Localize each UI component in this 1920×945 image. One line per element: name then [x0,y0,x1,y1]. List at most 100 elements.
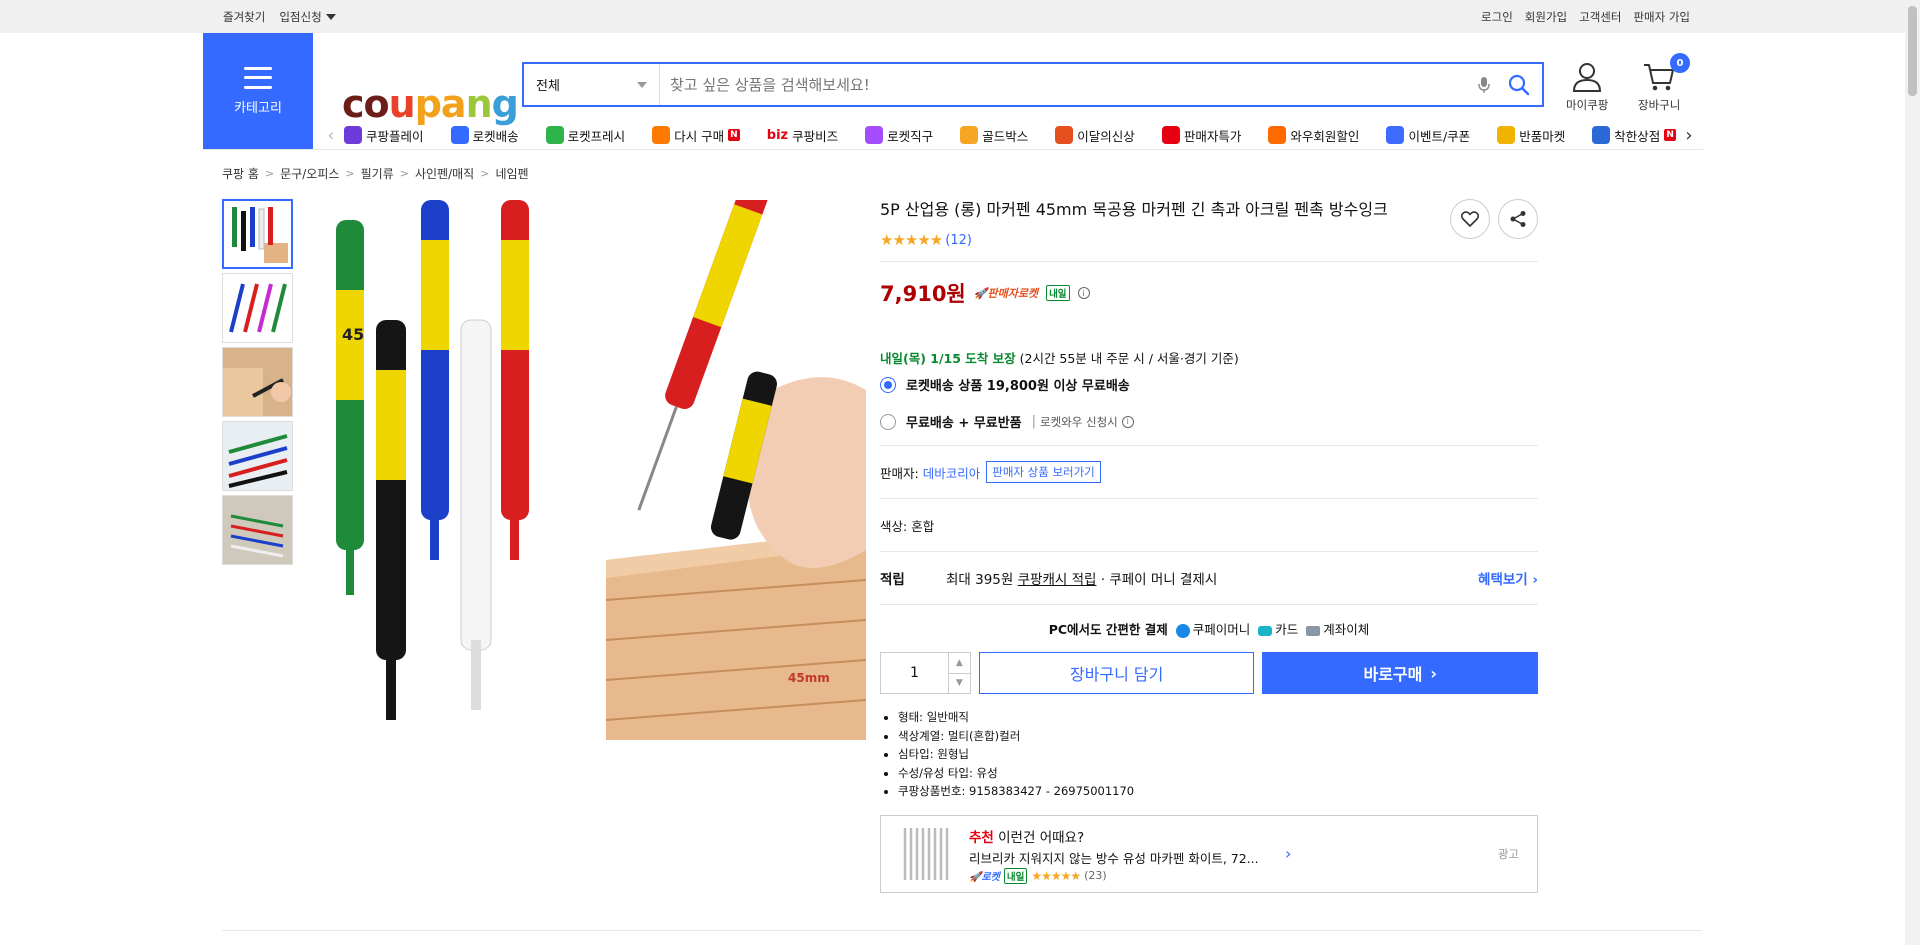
thumbnail-4[interactable] [222,421,293,491]
nav-item[interactable]: 와우회원할인 [1268,126,1359,145]
breadcrumb: 쿠팡 홈 > 문구/오피스 > 필기류 > 사인펜/매직 > 네임펜 [222,165,529,182]
scrollbar-thumb[interactable] [1908,6,1917,96]
nav-item[interactable]: 쿠팡플레이 [344,126,424,145]
color-option-row: 색상: 혼합 [880,499,1538,551]
quantity-stepper: 1 ▲ ▼ [880,652,971,694]
benefit-row: 적립 최대 395원 쿠팡캐시 적립 · 쿠페이 머니 결제시 혜택보기 › [880,552,1538,604]
search-icon[interactable] [1502,68,1536,102]
nav-item[interactable]: 로켓직구 [865,126,933,145]
nav-item[interactable]: 판매자특가 [1161,126,1241,145]
category-nav: ‹ 쿠팡플레이 로켓배송 로켓프레시 다시 구매 N biz 쿠팡비즈 로켓직구 골드박스 이달의… [322,121,1698,149]
recommendation-image[interactable] [899,823,955,884]
benefit-label: 적립 [880,572,905,588]
seller-products-button[interactable]: 판매자 상품 보러가기 [986,461,1101,483]
price-value: 7,910원 [880,282,966,306]
ship-option-1[interactable]: 로켓배송 상품 19,800원 이상 무료배송 [880,375,1538,394]
radio-selected[interactable] [880,376,896,393]
chevron-down-icon [325,14,336,20]
quantity-decrease-icon[interactable]: ▼ [949,674,970,694]
review-count[interactable]: (12) [945,233,972,248]
thumbnail-2[interactable] [222,273,293,343]
spec-item: 형태: 일반매직 [898,708,1538,727]
search-category-select[interactable]: 전체 [524,64,660,105]
nav-prev-arrow-icon[interactable]: ‹ [322,125,340,146]
product-rating[interactable]: ★★★★★ (12) [880,231,1538,249]
thumbnail-1[interactable] [222,199,293,269]
nav-next-arrow-icon[interactable]: › [1680,125,1698,146]
product-spec-list: 형태: 일반매직 색상계열: 멀티(혼합)컬러 심타입: 원형닙 수성/유성 타… [880,708,1538,801]
bookmark-link[interactable]: 즐겨찾기 [223,9,265,25]
benefit-text: 최대 395원 쿠팡캐시 적립 · 쿠페이 머니 결제시 [946,568,1478,588]
recommendation-card[interactable]: 추천 이런건 어때요? 리브리카 지워지지 않는 방수 유성 마카펜 화이트, … [880,814,1538,893]
price-row: 7,910원 🚀판매자로켓 내일 i [880,278,1538,308]
category-label: 카테고리 [234,100,282,116]
nav-item[interactable]: 이달의신상 [1055,126,1135,145]
chevron-right-icon: > [264,167,275,180]
breadcrumb-namepen[interactable]: 네임펜 [495,165,528,182]
color-label: 색상: [880,518,908,534]
nav-item[interactable]: 로켓배송 [450,126,519,145]
benefit-cash-link[interactable]: 쿠팡캐시 적립 [1018,572,1097,588]
microphone-icon[interactable] [1472,73,1496,97]
page-divider [222,930,1702,931]
nav-item-label: 쿠팡플레이 [366,128,424,144]
nav-item[interactable]: 착한상점 N [1592,126,1676,145]
breadcrumb-signpen[interactable]: 사인펜/매직 [415,165,474,182]
customer-center-link[interactable]: 고객센터 [1579,9,1621,25]
top-utility-bar: 즐겨찾기 입점신청 로그인 회원가입 고객센터 판매자 가입 [0,0,1920,33]
breadcrumb-home[interactable]: 쿠팡 홈 [222,165,259,182]
quantity-increase-icon[interactable]: ▲ [948,653,970,674]
spec-item: 심타입: 원형닙 [898,745,1538,764]
chevron-right-icon: > [480,167,490,180]
nav-item-icon [1386,126,1405,144]
breadcrumb-stationery[interactable]: 문구/오피스 [280,165,339,182]
ship-option-2-label: 무료배송 + 무료반품 [906,416,1022,431]
buy-now-button[interactable]: 바로구매 › [1262,652,1538,694]
info-icon[interactable]: i [1077,287,1090,299]
page-scrollbar[interactable] [1905,0,1920,945]
seller-signup-link[interactable]: 판매자 가입 [1633,9,1690,25]
nav-item-icon [344,126,362,144]
chevron-right-icon: > [345,167,355,180]
transfer-label: 계좌이체 [1323,622,1370,637]
spec-item: 수성/유성 타입: 유성 [898,764,1538,783]
header-divider [203,149,1703,150]
add-to-cart-button[interactable]: 장바구니 담기 [978,652,1255,694]
nav-item-label: 로켓프레시 [567,128,626,144]
logo-letter: o [363,82,390,126]
cart-label: 장바구니 [1638,98,1681,112]
breadcrumb-writing[interactable]: 필기류 [361,165,394,182]
nav-item[interactable]: 반품마켓 [1497,126,1565,145]
nav-item-label: 이달의신상 [1077,128,1135,144]
signup-link[interactable]: 회원가입 [1525,9,1567,25]
chevron-right-icon[interactable]: › [1285,844,1291,863]
login-link[interactable]: 로그인 [1481,9,1513,25]
nav-item[interactable]: 골드박스 [960,126,1028,145]
seller-name-link[interactable]: 데바코리아 [923,463,981,482]
recommendation-red-label: 추천 [969,829,994,846]
thumbnail-3[interactable] [222,347,293,417]
user-icon [1573,63,1602,92]
delivery-guarantee: 내일(목) 1/15 도착 보장 [880,351,1016,366]
coupang-logo[interactable]: coupang [342,82,519,126]
share-button[interactable] [1498,199,1538,239]
quantity-value[interactable]: 1 [881,653,948,693]
search-input[interactable] [660,64,1472,105]
radio-unselected[interactable] [880,413,896,430]
recommendation-product-name[interactable]: 리브리카 지워지지 않는 방수 유성 마카펜 화이트, 72... [969,848,1259,867]
nav-item[interactable]: biz 쿠팡비즈 [767,126,838,145]
nav-item[interactable]: 로켓프레시 [545,126,626,145]
category-button[interactable]: 카테고리 [203,33,313,149]
partner-apply-link[interactable]: 입점신청 [279,9,336,25]
product-main-image[interactable]: 45mm 45 [316,178,867,750]
wishlist-button[interactable] [1450,199,1490,239]
ship-option-2[interactable]: 무료배송 + 무료반품 | 로켓와우 신청시 i [880,412,1538,431]
mypage-button[interactable]: 마이쿠팡 [1566,61,1608,113]
nav-item[interactable]: 다시 구매 N [652,126,740,145]
nav-item-label: 반품마켓 [1519,128,1566,144]
thumbnail-5[interactable] [222,495,293,565]
card-label: 카드 [1275,622,1299,637]
nav-item[interactable]: 이벤트/쿠폰 [1386,126,1470,145]
info-icon[interactable]: i [1121,415,1134,428]
benefit-more-link[interactable]: 혜택보기 › [1478,568,1538,588]
